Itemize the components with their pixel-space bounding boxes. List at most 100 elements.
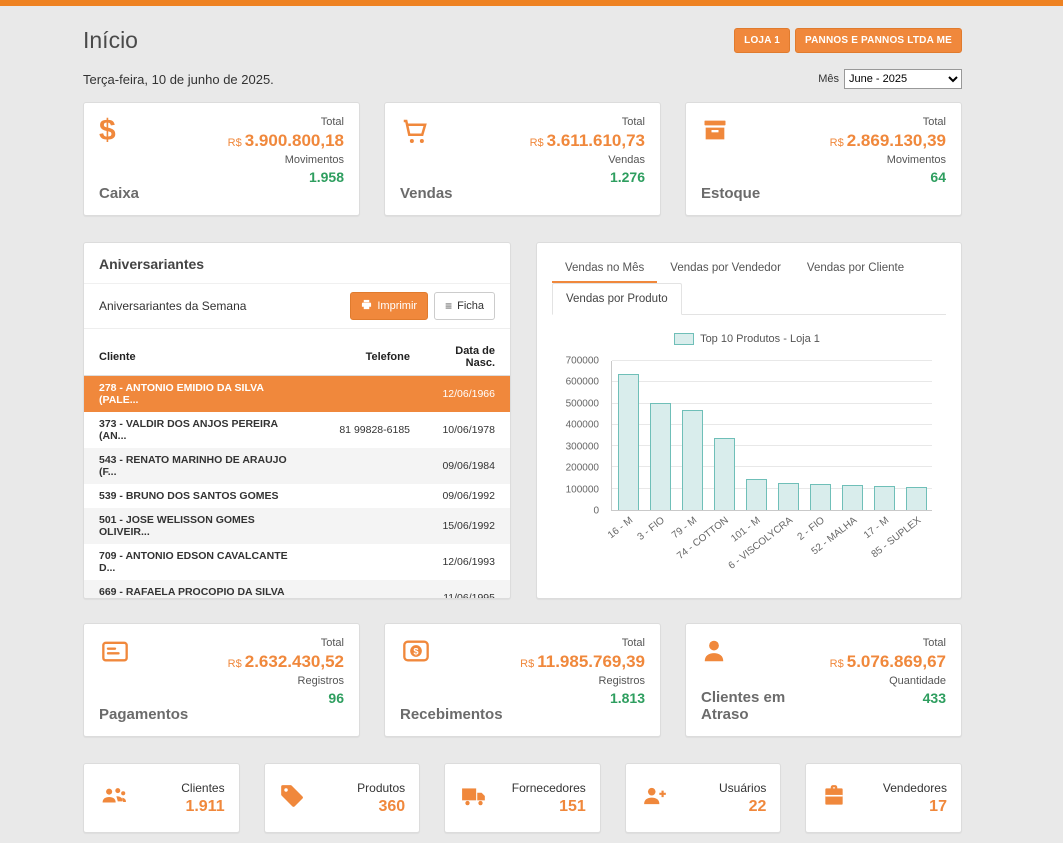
summary-row: Clientes 1.911 Produtos 360 Fornecedores… [83,763,962,833]
tab-vendas-por-cliente[interactable]: Vendas por Cliente [794,253,917,283]
month-picker: Mês June - 2025 [818,69,962,89]
month-label: Mês [818,73,839,85]
vendas-tabs: Vendas no Mês Vendas por Vendedor Vendas… [552,253,946,315]
legend-label: Top 10 Produtos - Loja 1 [700,333,820,345]
clientes-atraso-card: Clientes em Atraso Total R$5.076.869,67 … [685,623,962,737]
date-row: Terça-feira, 10 de junho de 2025. Mês Ju… [83,68,962,90]
produtos-card: Produtos 360 [264,763,421,833]
chart-bar-5 [778,483,799,510]
movimentos-label: Movimentos [830,154,946,166]
month-select[interactable]: June - 2025 [844,69,962,89]
recebimentos-total: R$11.985.769,39 [520,652,645,672]
registros-label: Registros [520,675,645,687]
total-label: Total [228,116,344,128]
data-cell: 10/06/1978 [418,412,510,448]
list-icon: ≡ [445,300,452,312]
clientes-atraso-total: R$5.076.869,67 [830,652,946,672]
tab-vendas-por-vendedor[interactable]: Vendas por Vendedor [657,253,794,283]
company-button[interactable]: PANNOS E PANNOS LTDA ME [795,28,962,53]
cliente-cell: 501 - JOSE WELISSON GOMES OLIVEIR... [84,508,306,544]
stats-row-1: $ Caixa Total R$3.900.800,18 Movimentos … [83,102,962,216]
chart-bar-0 [618,374,639,510]
clientes-atraso-label: Clientes em Atraso [701,689,830,723]
chart-x-label: 16 - M [606,515,635,541]
estoque-total: R$2.869.130,39 [830,131,946,151]
imprimir-button[interactable]: Imprimir [350,292,428,320]
produtos-label: Produtos [357,781,405,795]
credit-card-icon [99,637,188,669]
tab-vendas-no-mes[interactable]: Vendas no Mês [552,253,657,283]
total-label: Total [530,116,645,128]
total-label: Total [830,116,946,128]
store-button[interactable]: LOJA 1 [734,28,790,53]
vendas-total: R$3.611.610,73 [530,131,645,151]
telefone-cell [306,376,418,413]
pagamentos-card: Pagamentos Total R$2.632.430,52 Registro… [83,623,360,737]
total-label: Total [228,637,344,649]
chart-bar-9 [906,487,927,510]
chart-bar-3 [714,438,735,510]
cliente-cell: 669 - RAFAELA PROCOPIO DA SILVA CA... [84,580,306,599]
chart-bar-8 [874,486,895,510]
table-row[interactable]: 373 - VALDIR DOS ANJOS PEREIRA (AN... 81… [84,412,510,448]
vendas-card: Vendas Total R$3.611.610,73 Vendas 1.276 [384,102,661,216]
top-accent-bar [0,0,1063,6]
usuarios-card: Usuários 22 [625,763,782,833]
clientes-count: 1.911 [181,798,224,816]
fornecedores-card: Fornecedores 151 [444,763,601,833]
vendas-label: Vendas [400,185,453,202]
cliente-cell: 373 - VALDIR DOS ANJOS PEREIRA (AN... [84,412,306,448]
header-buttons: LOJA 1 PANNOS E PANNOS LTDA ME [734,28,962,53]
ficha-button[interactable]: ≡ Ficha [434,292,495,320]
chart-bar-1 [650,403,671,510]
estoque-card: Estoque Total R$2.869.130,39 Movimentos … [685,102,962,216]
briefcase-icon [820,783,848,814]
telefone-cell: 81 99828-6185 [306,412,418,448]
vendas-count-label: Vendas [530,154,645,166]
col-data-nasc: Data de Nasc. [418,339,510,376]
chart-bar-4 [746,479,767,510]
recebimentos-card: $ Recebimentos Total R$11.985.769,39 Reg… [384,623,661,737]
tab-vendas-por-produto[interactable]: Vendas por Produto [552,283,682,315]
legend-swatch-icon [674,333,694,345]
box-icon [701,116,760,148]
aniversariantes-toolbar: Aniversariantes da Semana Imprimir ≡ Fic… [84,284,510,329]
recebimentos-count: 1.813 [520,690,645,706]
table-row[interactable]: 543 - RENATO MARINHO DE ARAUJO (F... 09/… [84,448,510,484]
stats-row-2: Pagamentos Total R$2.632.430,52 Registro… [83,623,962,737]
vendedores-count: 17 [883,798,947,816]
birthdays-table: Cliente Telefone Data de Nasc. 278 - ANT… [84,339,510,599]
quantidade-label: Quantidade [830,675,946,687]
fornecedores-label: Fornecedores [512,781,586,795]
data-cell: 09/06/1992 [418,484,510,508]
cliente-cell: 709 - ANTONIO EDSON CAVALCANTE D... [84,544,306,580]
pagamentos-count: 96 [228,690,344,706]
total-label: Total [520,637,645,649]
recebimentos-label: Recebimentos [400,706,503,723]
bar-chart: 0100000200000300000400000500000600000700… [611,361,932,511]
table-row[interactable]: 709 - ANTONIO EDSON CAVALCANTE D... 12/0… [84,544,510,580]
current-date: Terça-feira, 10 de junho de 2025. [83,72,274,87]
registros-label: Registros [228,675,344,687]
chart-bar-2 [682,410,703,510]
table-row[interactable]: 539 - BRUNO DOS SANTOS GOMES 09/06/1992 [84,484,510,508]
users-icon [98,783,130,814]
table-row[interactable]: 669 - RAFAELA PROCOPIO DA SILVA CA... 11… [84,580,510,599]
telefone-cell [306,544,418,580]
vendas-panel: Vendas no Mês Vendas por Vendedor Vendas… [536,242,962,599]
telefone-cell [306,448,418,484]
estoque-label: Estoque [701,185,760,202]
chart-x-label: 3 - FIO [635,515,666,543]
chart-legend: Top 10 Produtos - Loja 1 [556,333,938,345]
chart-bar-6 [810,484,831,510]
pagamentos-label: Pagamentos [99,706,188,723]
page-title: Início [83,27,138,54]
data-cell: 11/06/1995 [418,580,510,599]
table-row[interactable]: 278 - ANTONIO EMIDIO DA SILVA (PALE... 1… [84,376,510,413]
cliente-cell: 543 - RENATO MARINHO DE ARAUJO (F... [84,448,306,484]
estoque-count: 64 [830,169,946,185]
chart-plot: 16 - M3 - FIO79 - M74 - COTTON101 - M6 -… [611,361,932,511]
telefone-cell [306,484,418,508]
produtos-count: 360 [357,798,405,816]
table-row[interactable]: 501 - JOSE WELISSON GOMES OLIVEIR... 15/… [84,508,510,544]
